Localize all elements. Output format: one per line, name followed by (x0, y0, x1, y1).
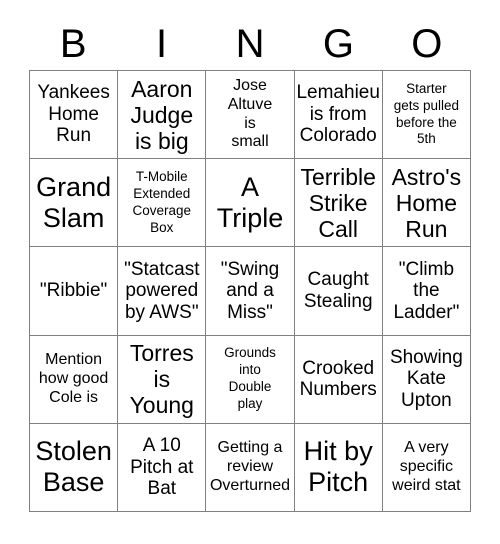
bingo-cell-text: Starter gets pulled before the 5th (393, 80, 460, 147)
bingo-header-letter-g: G (322, 22, 354, 66)
bingo-card: B I N G O Yankees Home Run Aaron Judge i… (0, 0, 500, 544)
bingo-cell-text: Jose Altuve is small (227, 76, 273, 151)
bingo-cell-text: Crooked Numbers (299, 357, 377, 401)
bingo-header-letter-n: N (235, 22, 265, 66)
bingo-header-letter-o: O (411, 22, 443, 66)
bingo-cell-text: A Triple (216, 171, 284, 233)
bingo-cell-i3[interactable]: "Statcast powered by AWS" (118, 247, 207, 336)
bingo-cell-text: Hit by Pitch (303, 436, 373, 498)
bingo-header-letter-i: I (156, 22, 168, 66)
bingo-cell-b4[interactable]: Mention how good Cole is (30, 335, 119, 424)
bingo-cell-text: Astro's Home Run (391, 163, 462, 242)
bingo-cell-g5[interactable]: Hit by Pitch (294, 423, 383, 512)
bingo-cell-g4[interactable]: Crooked Numbers (294, 335, 383, 424)
bingo-cell-i1[interactable]: Aaron Judge is big (118, 71, 207, 160)
bingo-cell-o3[interactable]: "Climb the Ladder" (382, 247, 471, 336)
bingo-cell-i4[interactable]: Torres is Young (118, 335, 207, 424)
bingo-cell-b2[interactable]: Grand Slam (30, 159, 119, 248)
bingo-cell-text: Mention how good Cole is (38, 350, 109, 406)
bingo-cell-b1[interactable]: Yankees Home Run (30, 71, 119, 160)
bingo-cell-i2[interactable]: T-Mobile Extended Coverage Box (118, 159, 207, 248)
bingo-grid: Yankees Home Run Aaron Judge is big Jose… (29, 70, 471, 512)
bingo-cell-text: A very specific weird stat (392, 439, 461, 494)
bingo-cell-text: Grand Slam (36, 171, 112, 233)
bingo-cell-n1[interactable]: Jose Altuve is small (206, 71, 295, 160)
bingo-cell-g2[interactable]: Terrible Strike Call (294, 159, 383, 248)
bingo-header-letter-b: B (59, 22, 87, 66)
bingo-cell-n5[interactable]: Getting a review Overturned (206, 423, 295, 512)
bingo-cell-text: Showing Kate Upton (389, 346, 463, 412)
bingo-cell-text: T-Mobile Extended Coverage Box (132, 169, 192, 235)
bingo-cell-b3[interactable]: "Ribbie" (30, 247, 119, 336)
bingo-cell-text: Lemahieu is from Colorado (296, 82, 380, 147)
bingo-cell-text: "Statcast powered by AWS" (124, 258, 200, 323)
bingo-cell-text: Stolen Base (35, 436, 112, 498)
bingo-cell-n4[interactable]: Grounds into Double play (206, 335, 295, 424)
bingo-cell-text: "Swing and a Miss" (220, 258, 280, 323)
bingo-cell-text: Terrible Strike Call (300, 163, 376, 242)
bingo-cell-text: Grounds into Double play (224, 345, 276, 412)
bingo-cell-o4[interactable]: Showing Kate Upton (382, 335, 471, 424)
bingo-cell-text: Getting a review Overturned (209, 439, 291, 494)
bingo-cell-text: "Climb the Ladder" (393, 258, 460, 323)
bingo-cell-g1[interactable]: Lemahieu is from Colorado (294, 71, 383, 160)
bingo-cell-o2[interactable]: Astro's Home Run (382, 159, 471, 248)
bingo-cell-i5[interactable]: A 10 Pitch at Bat (118, 423, 207, 512)
bingo-cell-text: "Ribbie" (39, 280, 108, 302)
bingo-cell-o1[interactable]: Starter gets pulled before the 5th (382, 71, 471, 160)
bingo-header: B I N G O (29, 18, 471, 70)
bingo-cell-o5[interactable]: A very specific weird stat (382, 423, 471, 512)
bingo-cell-n2[interactable]: A Triple (206, 159, 295, 248)
bingo-cell-text: Caught Stealing (303, 269, 373, 312)
bingo-cell-b5[interactable]: Stolen Base (30, 423, 119, 512)
bingo-cell-text: A 10 Pitch at Bat (130, 434, 194, 500)
bingo-cell-text: Torres is Young (129, 340, 194, 419)
bingo-cell-text: Aaron Judge is big (130, 75, 194, 154)
bingo-cell-n3[interactable]: "Swing and a Miss" (206, 247, 295, 336)
bingo-cell-text: Yankees Home Run (37, 82, 110, 147)
bingo-cell-g3[interactable]: Caught Stealing (294, 247, 383, 336)
